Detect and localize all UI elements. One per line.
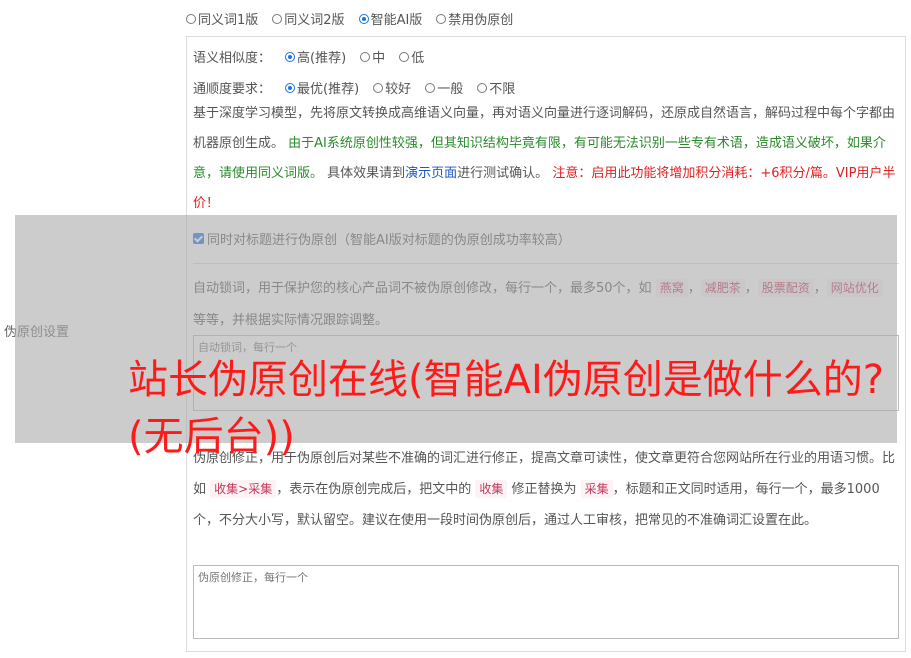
mode-option-ai[interactable]: 智能AI版 xyxy=(358,9,423,28)
headline-overlay-text: 站长伪原创在线(智能AI伪原创是做什么的?(无后台)) xyxy=(128,357,884,460)
mode-option-label: 禁用伪原创 xyxy=(448,13,514,28)
title-rewrite-checkbox[interactable]: 同时对标题进行伪原创（智能AI版对标题的伪原创成功率较高） xyxy=(193,229,571,248)
similarity-option-high[interactable]: 高(推荐) xyxy=(285,47,346,66)
section-label: 伪原创设置 xyxy=(4,325,70,340)
mode-option-label: 同义词1版 xyxy=(198,13,259,28)
fluency-option-good[interactable]: 较好 xyxy=(373,78,411,97)
example-tag: 采集 xyxy=(580,480,613,498)
correction-input[interactable] xyxy=(193,565,899,639)
fluency-option-best[interactable]: 最优(推荐) xyxy=(285,78,359,97)
description-text: 进行测试确认。 xyxy=(457,166,553,181)
radio-icon[interactable] xyxy=(399,51,410,62)
fluency-option-label: 不限 xyxy=(489,82,516,97)
example-tag: 股票配资 xyxy=(757,279,814,297)
mode-option-synonym-1[interactable]: 同义词1版 xyxy=(186,9,258,28)
similarity-option-label: 低 xyxy=(411,51,425,66)
radio-selected-icon[interactable] xyxy=(285,51,296,62)
radio-icon[interactable] xyxy=(186,13,196,24)
checkbox-checked-icon[interactable] xyxy=(193,233,204,244)
ai-description: 基于深度学习模型，先将原文转换成高维语义向量，再对语义向量进行逐词解码，还原成自… xyxy=(193,99,899,219)
mode-radio-group: 同义词1版 同义词2版 智能AI版 禁用伪原创 xyxy=(186,9,513,28)
radio-icon[interactable] xyxy=(436,13,447,24)
fluency-option-label: 一般 xyxy=(437,82,464,97)
mode-option-label: 智能AI版 xyxy=(370,13,423,28)
similarity-option-low[interactable]: 低 xyxy=(399,47,424,66)
radio-icon[interactable] xyxy=(425,82,436,93)
demo-page-link[interactable]: 演示页面 xyxy=(405,166,457,181)
example-tag: 燕窝 xyxy=(655,279,688,297)
example-tag: 收集>采集 xyxy=(210,480,277,498)
mode-option-label: 同义词2版 xyxy=(284,13,345,28)
fluency-option-average[interactable]: 一般 xyxy=(425,78,463,97)
similarity-label: 语义相似度： xyxy=(193,51,272,66)
similarity-option-medium[interactable]: 中 xyxy=(360,47,385,66)
example-tag: 减肥茶 xyxy=(700,279,745,297)
ai-settings-panel: 语义相似度： 高(推荐) 中 低 通顺度要求： 最优(推荐) 较好 一般 不限 … xyxy=(186,36,906,652)
similarity-row: 语义相似度： 高(推荐) 中 低 xyxy=(193,47,424,66)
correction-text: ，表示在伪原创完成后，把文中的 xyxy=(276,482,476,497)
title-rewrite-label: 同时对标题进行伪原创（智能AI版对标题的伪原创成功率较高） xyxy=(207,233,571,248)
similarity-option-label: 高(推荐) xyxy=(297,51,347,66)
correction-text: 修正替换为 xyxy=(507,482,581,497)
description-text: 具体效果请到 xyxy=(323,166,406,181)
radio-icon[interactable] xyxy=(373,82,384,93)
mode-option-disable[interactable]: 禁用伪原创 xyxy=(436,9,513,28)
radio-icon[interactable] xyxy=(360,51,371,62)
example-tag: 网站优化 xyxy=(826,279,883,297)
example-tag: 收集 xyxy=(475,480,508,498)
lock-words-text: 等等，并根据实际情况跟踪调整。 xyxy=(193,313,389,328)
divider xyxy=(193,263,899,264)
fluency-label: 通顺度要求： xyxy=(193,82,272,97)
similarity-option-label: 中 xyxy=(372,51,386,66)
lock-words-text: 自动锁词，用于保护您的核心产品词不被伪原创修改，每行一个，最多50个，如 xyxy=(193,281,656,296)
radio-icon[interactable] xyxy=(272,13,283,24)
fluency-row: 通顺度要求： 最优(推荐) 较好 一般 不限 xyxy=(193,78,515,97)
lock-words-description: 自动锁词，用于保护您的核心产品词不被伪原创修改，每行一个，最多50个，如 燕窝，… xyxy=(193,273,899,337)
mode-option-synonym-2[interactable]: 同义词2版 xyxy=(272,9,345,28)
fluency-option-label: 最优(推荐) xyxy=(297,82,360,97)
radio-icon[interactable] xyxy=(477,82,488,93)
fluency-option-unlimited[interactable]: 不限 xyxy=(477,78,515,97)
radio-selected-icon[interactable] xyxy=(358,13,369,24)
fluency-option-label: 较好 xyxy=(385,82,412,97)
radio-selected-icon[interactable] xyxy=(285,82,296,93)
